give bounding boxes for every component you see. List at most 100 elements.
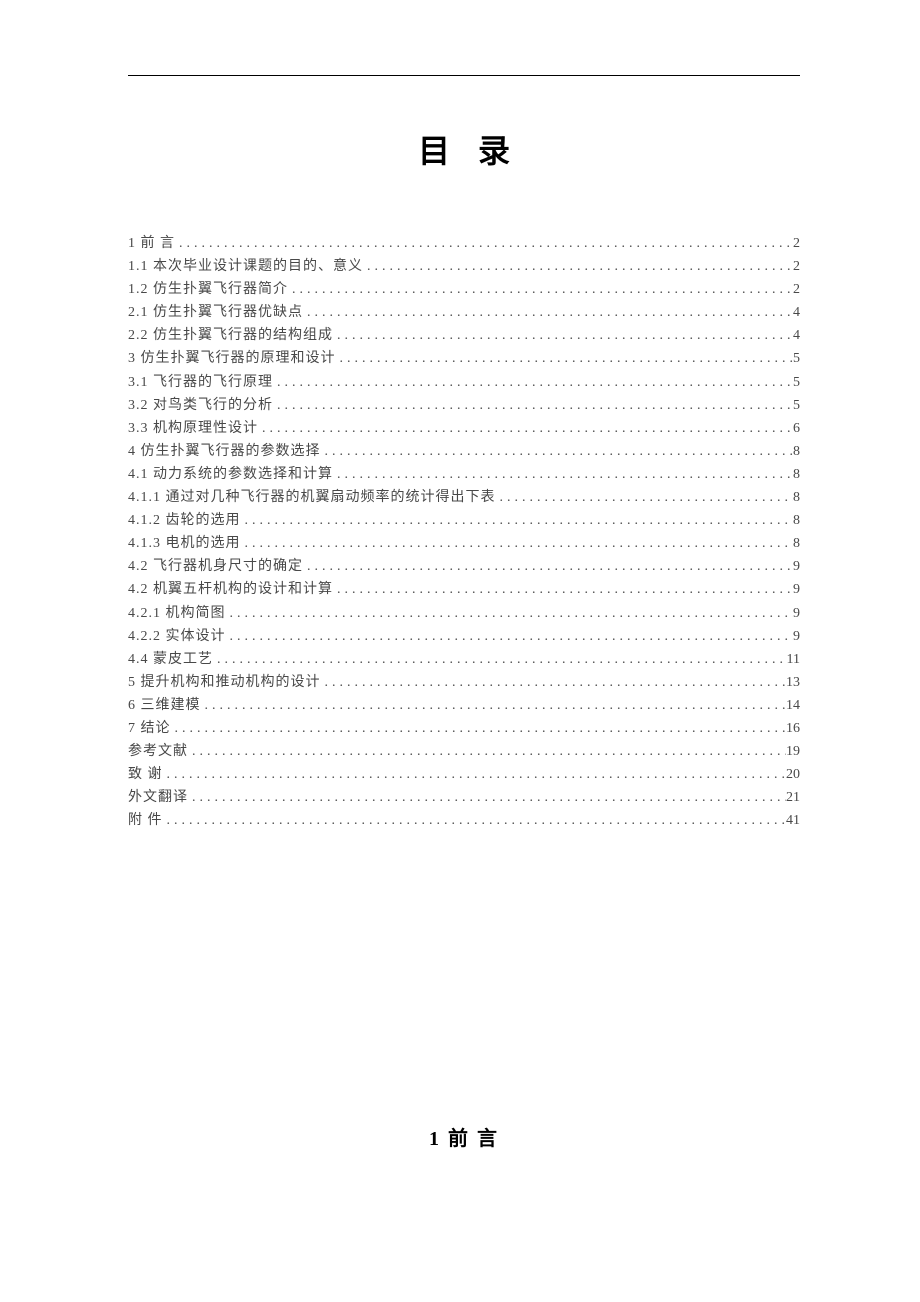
toc-entry-page: 5 bbox=[793, 371, 800, 394]
toc-entry-page: 19 bbox=[786, 740, 800, 763]
toc-entry-page: 2 bbox=[793, 278, 800, 301]
toc-entry-page: 2 bbox=[793, 232, 800, 255]
toc-leader-dots bbox=[321, 671, 787, 694]
toc-entry-label: 1 前 言 bbox=[128, 232, 175, 255]
toc-row: 4.2 机翼五杆机构的设计和计算 9 bbox=[128, 578, 800, 601]
toc-entry-label: 4 仿生扑翼飞行器的参数选择 bbox=[128, 440, 321, 463]
toc-entry-page: 11 bbox=[787, 648, 800, 671]
toc-row: 3.1 飞行器的飞行原理 5 bbox=[128, 371, 800, 394]
toc-leader-dots bbox=[273, 371, 793, 394]
toc-row: 致 谢 20 bbox=[128, 763, 800, 786]
toc-entry-label: 4.4 蒙皮工艺 bbox=[128, 648, 213, 671]
toc-entry-label: 附 件 bbox=[128, 809, 163, 832]
toc-row: 4 仿生扑翼飞行器的参数选择 8 bbox=[128, 440, 800, 463]
toc-leader-dots bbox=[175, 232, 793, 255]
toc-entry-label: 4.1.2 齿轮的选用 bbox=[128, 509, 241, 532]
toc-entry-label: 4.1 动力系统的参数选择和计算 bbox=[128, 463, 333, 486]
toc-entry-page: 14 bbox=[786, 694, 800, 717]
toc-title: 目录 bbox=[128, 126, 800, 172]
table-of-contents: 1 前 言21.1 本次毕业设计课题的目的、意义21.2 仿生扑翼飞行器简介22… bbox=[128, 232, 800, 832]
toc-entry-page: 4 bbox=[793, 324, 800, 347]
toc-row: 1 前 言 2 bbox=[128, 232, 800, 255]
toc-entry-label: 1.2 仿生扑翼飞行器简介 bbox=[128, 278, 288, 301]
toc-row: 4.1.1 通过对几种飞行器的机翼扇动频率的统计得出下表 8 bbox=[128, 486, 800, 509]
toc-entry-label: 3.1 飞行器的飞行原理 bbox=[128, 371, 273, 394]
toc-entry-page: 9 bbox=[793, 578, 800, 601]
toc-leader-dots bbox=[333, 578, 793, 601]
toc-leader-dots bbox=[288, 278, 793, 301]
toc-entry-label: 4.2.2 实体设计 bbox=[128, 625, 226, 648]
toc-entry-label: 5 提升机构和推动机构的设计 bbox=[128, 671, 321, 694]
toc-entry-label: 3.3 机构原理性设计 bbox=[128, 417, 258, 440]
toc-leader-dots bbox=[303, 301, 793, 324]
toc-leader-dots bbox=[171, 717, 787, 740]
toc-row: 参考文献19 bbox=[128, 740, 800, 763]
toc-leader-dots bbox=[321, 440, 794, 463]
toc-row: 4.2.2 实体设计 9 bbox=[128, 625, 800, 648]
toc-entry-page: 9 bbox=[793, 555, 800, 578]
toc-entry-page: 20 bbox=[786, 763, 800, 786]
toc-entry-label: 4.2.1 机构简图 bbox=[128, 602, 226, 625]
toc-entry-page: 9 bbox=[793, 602, 800, 625]
toc-entry-label: 6 三维建模 bbox=[128, 694, 201, 717]
toc-leader-dots bbox=[273, 394, 793, 417]
toc-entry-page: 5 bbox=[793, 394, 800, 417]
toc-entry-page: 16 bbox=[786, 717, 800, 740]
toc-entry-page: 21 bbox=[786, 786, 800, 809]
toc-entry-page: 9 bbox=[793, 625, 800, 648]
toc-row: 4.1 动力系统的参数选择和计算 8 bbox=[128, 463, 800, 486]
toc-entry-page: 8 bbox=[793, 509, 800, 532]
toc-row: 外文翻译 21 bbox=[128, 786, 800, 809]
toc-entry-label: 4.1.1 通过对几种飞行器的机翼扇动频率的统计得出下表 bbox=[128, 486, 496, 509]
toc-entry-page: 8 bbox=[793, 486, 800, 509]
toc-row: 4.1.3 电机的选用 8 bbox=[128, 532, 800, 555]
toc-row: 4.2.1 机构简图 9 bbox=[128, 602, 800, 625]
toc-entry-page: 8 bbox=[793, 440, 800, 463]
toc-leader-dots bbox=[336, 347, 794, 370]
document-page: 目录 1 前 言21.1 本次毕业设计课题的目的、意义21.2 仿生扑翼飞行器简… bbox=[0, 0, 920, 1211]
toc-row: 5 提升机构和推动机构的设计 13 bbox=[128, 671, 800, 694]
toc-leader-dots bbox=[226, 625, 794, 648]
toc-leader-dots bbox=[213, 648, 787, 671]
toc-leader-dots bbox=[241, 509, 794, 532]
toc-entry-label: 4.2 飞行器机身尺寸的确定 bbox=[128, 555, 303, 578]
toc-entry-page: 2 bbox=[793, 255, 800, 278]
toc-entry-label: 4.1.3 电机的选用 bbox=[128, 532, 241, 555]
toc-entry-page: 13 bbox=[786, 671, 800, 694]
toc-entry-page: 5 bbox=[793, 347, 800, 370]
toc-entry-label: 7 结论 bbox=[128, 717, 171, 740]
toc-row: 4.2 飞行器机身尺寸的确定 9 bbox=[128, 555, 800, 578]
toc-leader-dots bbox=[496, 486, 794, 509]
toc-leader-dots bbox=[363, 255, 793, 278]
toc-entry-label: 2.2 仿生扑翼飞行器的结构组成 bbox=[128, 324, 333, 347]
toc-leader-dots bbox=[333, 463, 793, 486]
toc-entry-label: 2.1 仿生扑翼飞行器优缺点 bbox=[128, 301, 303, 324]
toc-entry-label: 4.2 机翼五杆机构的设计和计算 bbox=[128, 578, 333, 601]
toc-entry-page: 41 bbox=[786, 809, 800, 832]
toc-entry-label: 3.2 对鸟类飞行的分析 bbox=[128, 394, 273, 417]
toc-row: 7 结论 16 bbox=[128, 717, 800, 740]
toc-entry-label: 1.1 本次毕业设计课题的目的、意义 bbox=[128, 255, 363, 278]
toc-entry-label: 外文翻译 bbox=[128, 786, 188, 809]
top-rule bbox=[128, 75, 800, 76]
toc-row: 1.2 仿生扑翼飞行器简介 2 bbox=[128, 278, 800, 301]
toc-row: 2.1 仿生扑翼飞行器优缺点4 bbox=[128, 301, 800, 324]
toc-leader-dots bbox=[241, 532, 794, 555]
toc-leader-dots bbox=[163, 809, 787, 832]
toc-leader-dots bbox=[258, 417, 793, 440]
toc-row: 3.3 机构原理性设计 6 bbox=[128, 417, 800, 440]
toc-row: 3.2 对鸟类飞行的分析 5 bbox=[128, 394, 800, 417]
toc-row: 附 件 41 bbox=[128, 809, 800, 832]
toc-entry-page: 8 bbox=[793, 463, 800, 486]
toc-leader-dots bbox=[188, 786, 786, 809]
toc-row: 1.1 本次毕业设计课题的目的、意义 2 bbox=[128, 255, 800, 278]
toc-entry-page: 6 bbox=[793, 417, 800, 440]
toc-row: 4.1.2 齿轮的选用 8 bbox=[128, 509, 800, 532]
toc-leader-dots bbox=[201, 694, 787, 717]
toc-entry-page: 8 bbox=[793, 532, 800, 555]
toc-entry-label: 致 谢 bbox=[128, 763, 163, 786]
toc-leader-dots bbox=[333, 324, 793, 347]
toc-row: 4.4 蒙皮工艺 11 bbox=[128, 648, 800, 671]
toc-leader-dots bbox=[163, 763, 787, 786]
section-heading-preface: 1 前 言 bbox=[128, 1122, 800, 1151]
